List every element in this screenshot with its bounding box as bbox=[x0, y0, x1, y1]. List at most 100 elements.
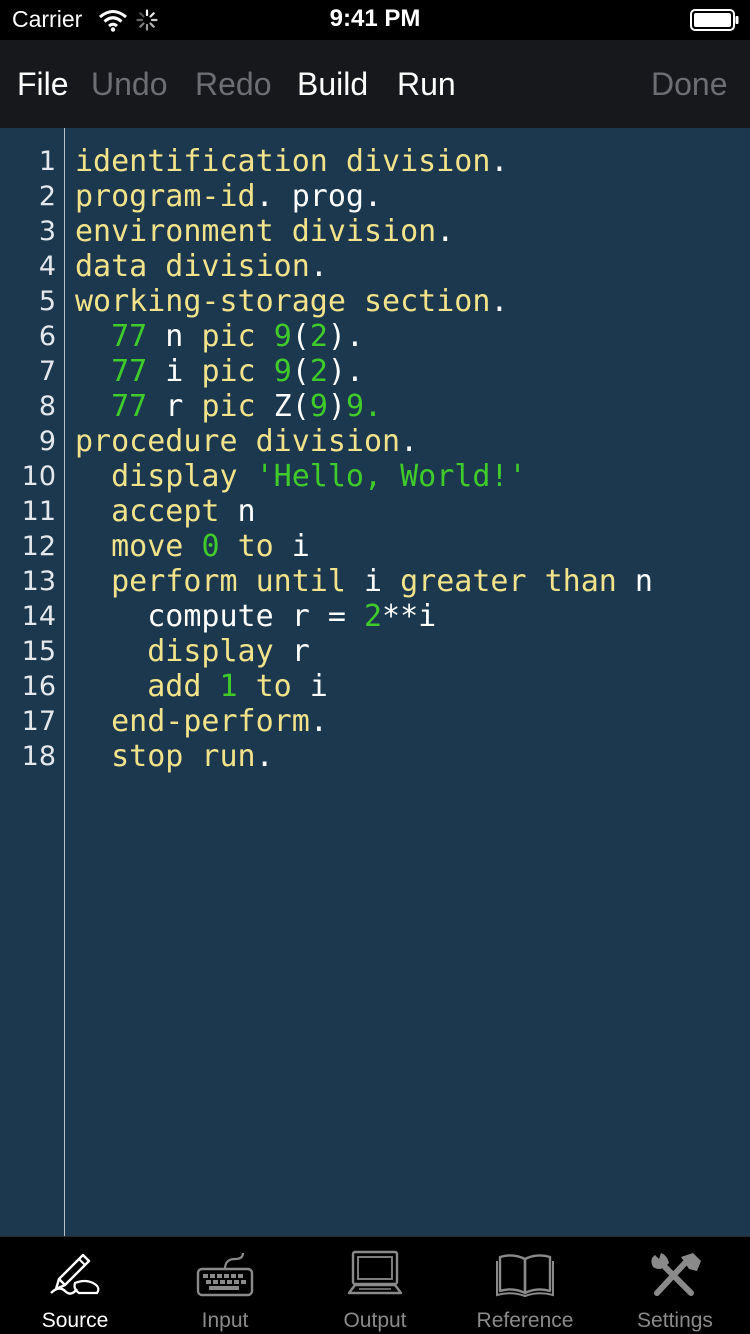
run-button[interactable]: Run bbox=[397, 65, 456, 103]
status-time: 9:41 PM bbox=[329, 5, 421, 32]
tab-settings[interactable]: Settings bbox=[600, 1237, 750, 1334]
code-line[interactable]: working-storage section. bbox=[75, 284, 653, 319]
code-text: n bbox=[616, 564, 653, 599]
code-literal: 2 bbox=[309, 354, 328, 389]
build-button[interactable]: Build bbox=[297, 65, 368, 103]
code-line[interactable]: stop run. bbox=[75, 739, 653, 774]
code-line[interactable]: accept n bbox=[75, 494, 653, 529]
tab-output-label: Output bbox=[343, 1309, 407, 1332]
file-button[interactable]: File bbox=[17, 65, 69, 103]
code-text: ( bbox=[291, 354, 310, 389]
line-number: 1 bbox=[38, 146, 56, 177]
done-button[interactable]: Done bbox=[651, 65, 728, 103]
code-line[interactable]: environment division. bbox=[75, 214, 653, 249]
code-text: . bbox=[309, 704, 328, 739]
code-text: . bbox=[309, 249, 328, 284]
tab-reference[interactable]: Reference bbox=[450, 1237, 600, 1334]
code-text: . bbox=[255, 739, 274, 774]
code-line[interactable]: procedure division. bbox=[75, 424, 653, 459]
source-code[interactable]: identification division. program-id. prog… bbox=[75, 144, 653, 774]
code-text: i bbox=[291, 669, 328, 704]
code-text: i bbox=[273, 529, 310, 564]
line-number: 4 bbox=[38, 251, 56, 282]
code-literal: 77 bbox=[111, 354, 148, 389]
code-line[interactable]: compute r = 2**i bbox=[75, 599, 653, 634]
code-line[interactable]: display 'Hello, World!' bbox=[75, 459, 653, 494]
undo-button[interactable]: Undo bbox=[91, 65, 168, 103]
code-text: r bbox=[273, 634, 310, 669]
code-text: r bbox=[147, 389, 202, 424]
code-literal: 77 bbox=[111, 389, 148, 424]
code-line[interactable]: end-perform. bbox=[75, 704, 653, 739]
code-line[interactable]: identification division. bbox=[75, 144, 653, 179]
computer-monitor-icon bbox=[347, 1250, 403, 1295]
line-number: 5 bbox=[38, 286, 56, 317]
code-literal: 9 bbox=[273, 319, 292, 354]
code-keyword: greater than bbox=[400, 564, 617, 599]
editor-toolbar: File Undo Redo Build Run Done bbox=[0, 40, 750, 128]
line-number: 17 bbox=[21, 706, 56, 737]
code-text: ) bbox=[327, 389, 346, 424]
code-literal: 2 bbox=[309, 319, 328, 354]
code-line[interactable]: 77 r pic Z(9)9. bbox=[75, 389, 653, 424]
code-keyword: working-storage section bbox=[75, 284, 491, 319]
code-keyword: end-perform bbox=[111, 704, 310, 739]
line-number: 7 bbox=[38, 356, 56, 387]
code-keyword: display bbox=[111, 459, 238, 494]
code-text: i bbox=[147, 354, 202, 389]
line-number: 13 bbox=[21, 566, 56, 597]
tab-output[interactable]: Output bbox=[300, 1237, 450, 1334]
keyboard-icon bbox=[196, 1252, 254, 1297]
code-keyword: add bbox=[147, 669, 202, 704]
code-keyword: perform until bbox=[111, 564, 346, 599]
tab-bar: Source Input Output Reference Settings bbox=[0, 1236, 750, 1334]
code-line[interactable]: move 0 to i bbox=[75, 529, 653, 564]
handwriting-pen-icon bbox=[50, 1253, 100, 1295]
line-number: 8 bbox=[38, 391, 56, 422]
tab-input[interactable]: Input bbox=[150, 1237, 300, 1334]
code-keyword: accept bbox=[111, 494, 220, 529]
line-number: 10 bbox=[21, 461, 56, 492]
tab-input-label: Input bbox=[201, 1309, 249, 1332]
code-editor[interactable]: 1 2 3 4 5 6 7 8 9 10 11 12 13 14 15 16 17 18 identificati… bbox=[0, 128, 750, 1236]
code-text: compute r = bbox=[75, 599, 364, 634]
code-keyword: identification division bbox=[75, 144, 491, 179]
code-keyword: stop run bbox=[111, 739, 256, 774]
tab-reference-label: Reference bbox=[476, 1309, 574, 1332]
line-number: 9 bbox=[38, 426, 56, 457]
code-line[interactable]: 77 n pic 9(2). bbox=[75, 319, 653, 354]
code-literal: 0 bbox=[201, 529, 220, 564]
code-line[interactable]: perform until i greater than n bbox=[75, 564, 653, 599]
code-keyword: pic bbox=[201, 354, 256, 389]
line-number-gutter: 1 2 3 4 5 6 7 8 9 10 11 12 13 14 15 16 17 18 bbox=[0, 144, 56, 774]
code-keyword: to bbox=[237, 529, 274, 564]
code-text: ). bbox=[327, 319, 364, 354]
code-line[interactable]: display r bbox=[75, 634, 653, 669]
code-text: ( bbox=[291, 319, 310, 354]
code-text: n bbox=[147, 319, 202, 354]
code-text: n bbox=[219, 494, 256, 529]
code-line[interactable]: data division. bbox=[75, 249, 653, 284]
tab-source[interactable]: Source bbox=[0, 1237, 150, 1334]
code-line[interactable]: program-id. prog. bbox=[75, 179, 653, 214]
line-number: 6 bbox=[38, 321, 56, 352]
code-text: **i bbox=[382, 599, 437, 634]
redo-button[interactable]: Redo bbox=[195, 65, 272, 103]
code-keyword: procedure division bbox=[75, 424, 401, 459]
code-text: Z( bbox=[255, 389, 310, 424]
code-line[interactable]: 77 i pic 9(2). bbox=[75, 354, 653, 389]
code-text: ). bbox=[327, 354, 364, 389]
code-line[interactable]: add 1 to i bbox=[75, 669, 653, 704]
